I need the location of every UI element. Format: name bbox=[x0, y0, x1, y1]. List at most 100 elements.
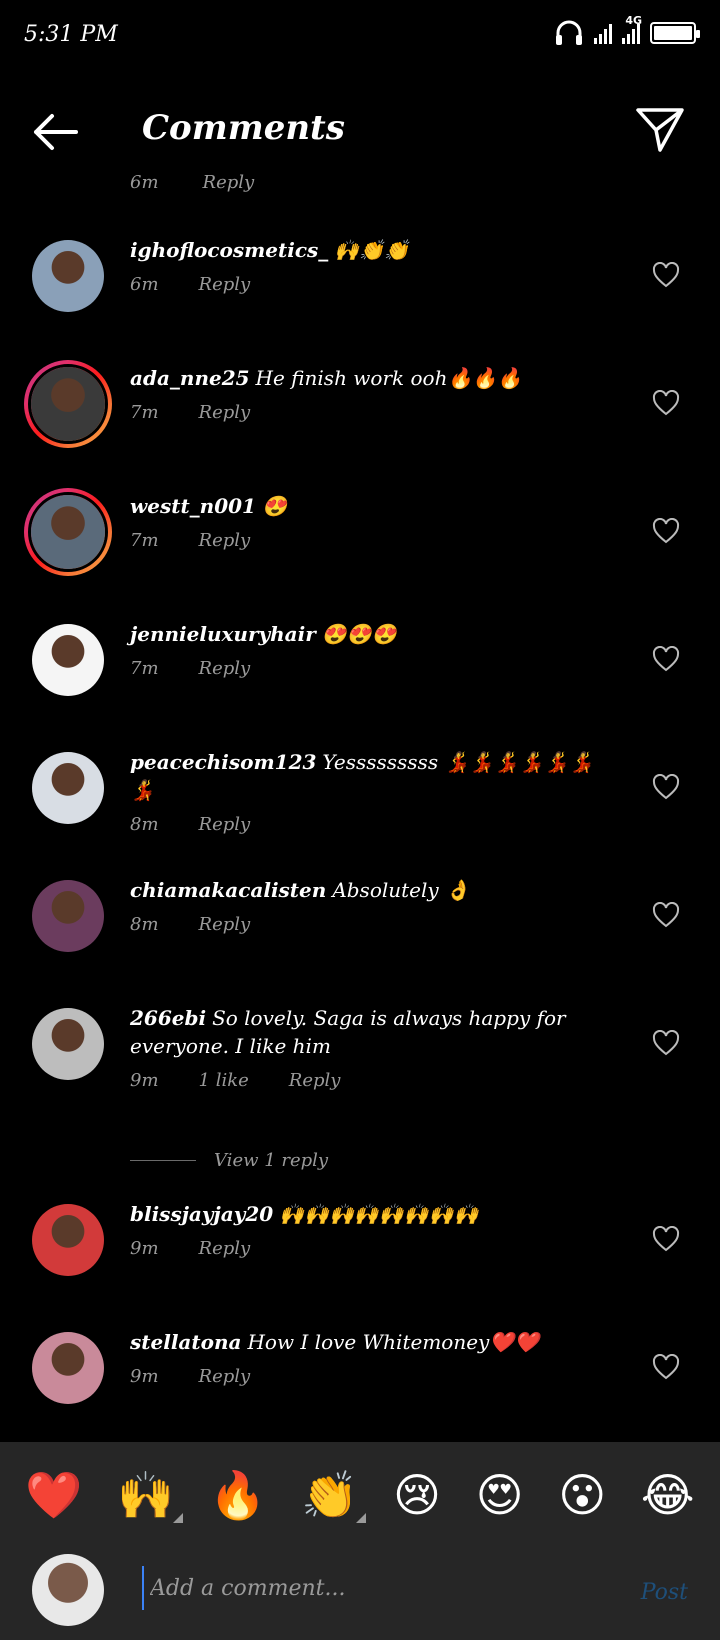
quick-emoji-button[interactable]: 👏 bbox=[301, 1467, 367, 1523]
quick-emoji-button[interactable]: ❤️ bbox=[25, 1468, 82, 1523]
status-bar: 5:31 PM 4G bbox=[0, 0, 720, 72]
comment-username[interactable]: chiamakacalisten bbox=[130, 878, 326, 902]
heart-icon[interactable] bbox=[652, 518, 680, 544]
comment-meta: 7m Reply bbox=[130, 530, 610, 551]
quick-emoji-button[interactable]: 🔥 bbox=[209, 1468, 266, 1523]
comment-username[interactable]: 266ebi bbox=[130, 1006, 206, 1030]
avatar[interactable] bbox=[32, 240, 104, 312]
comment-text: chiamakacalisten Absolutely 👌 bbox=[130, 876, 610, 904]
comment-body: ada_nne25 He finish work ooh🔥🔥🔥 7m Reply bbox=[130, 364, 610, 423]
comment-username[interactable]: westt_n001 bbox=[130, 494, 256, 518]
comment-text: stellatona How I love Whitemoney❤️❤️ bbox=[130, 1328, 610, 1356]
comment-time: 8m bbox=[130, 814, 159, 835]
quick-emoji-button[interactable]: 😮 bbox=[558, 1468, 606, 1522]
comment-message: 🙌🙌🙌🙌🙌🙌🙌🙌 bbox=[279, 1202, 479, 1226]
comment-username[interactable]: ighoflocosmetics_ bbox=[130, 238, 328, 262]
comment-username[interactable]: jennieluxuryhair bbox=[130, 622, 316, 646]
send-icon[interactable] bbox=[634, 104, 686, 156]
comment-message: 😍😍😍 bbox=[321, 622, 397, 646]
status-icons: 4G bbox=[554, 14, 700, 46]
heart-icon[interactable] bbox=[652, 774, 680, 800]
comment-username[interactable]: stellatona bbox=[130, 1330, 241, 1354]
comment-time: 9m bbox=[130, 1070, 159, 1091]
status-time: 5:31 PM bbox=[24, 22, 118, 47]
comment-body: chiamakacalisten Absolutely 👌 8m Reply bbox=[130, 876, 610, 935]
comment-text: westt_n001 😍 bbox=[130, 492, 610, 520]
quick-emoji-button[interactable]: 😢 bbox=[393, 1468, 441, 1522]
emoji-glyph: ❤️ bbox=[25, 1467, 83, 1522]
avatar[interactable] bbox=[32, 1008, 104, 1080]
comment-body: 266ebi So lovely. Saga is always happy fo… bbox=[130, 1004, 610, 1091]
heart-icon[interactable] bbox=[652, 1226, 680, 1252]
comment-text: blissjayjay20 🙌🙌🙌🙌🙌🙌🙌🙌 bbox=[130, 1200, 610, 1228]
reply-button[interactable]: Reply bbox=[199, 914, 251, 935]
reply-button[interactable]: Reply bbox=[199, 530, 251, 551]
comment-body: peacechisom123 Yesssssssss 💃💃💃💃💃💃💃 8m Reply bbox=[130, 748, 610, 835]
reply-button[interactable]: Reply bbox=[199, 658, 251, 679]
heart-icon[interactable] bbox=[652, 1030, 680, 1056]
quick-emoji-button[interactable]: 😂 bbox=[641, 1468, 695, 1522]
emoji-glyph: 😍 bbox=[475, 1468, 524, 1522]
comment-message: 😍 bbox=[261, 494, 287, 518]
back-arrow-icon[interactable] bbox=[28, 110, 84, 154]
avatar[interactable] bbox=[32, 880, 104, 952]
comment-message: How I love Whitemoney❤️❤️ bbox=[247, 1330, 540, 1354]
comment-body: ighoflocosmetics_ 🙌👏👏 6m Reply bbox=[130, 236, 610, 295]
comments-list[interactable]: 6m Reply ighoflocosmetics_ 🙌👏👏 6m Reply ada_n… bbox=[0, 172, 720, 1442]
heart-icon[interactable] bbox=[652, 646, 680, 672]
comment-username[interactable]: blissjayjay20 bbox=[130, 1202, 273, 1226]
quick-emoji-button[interactable]: 😍 bbox=[476, 1468, 524, 1522]
headphones-icon bbox=[556, 20, 582, 45]
comment-body: blissjayjay20 🙌🙌🙌🙌🙌🙌🙌🙌 9m Reply bbox=[130, 1200, 610, 1259]
comment-input[interactable] bbox=[142, 1566, 622, 1610]
avatar[interactable] bbox=[32, 1204, 104, 1276]
reply-button[interactable]: Reply bbox=[199, 274, 251, 295]
skin-tone-caret-icon bbox=[356, 1512, 367, 1523]
avatar[interactable] bbox=[24, 488, 112, 576]
comment-message: 🙌👏👏 bbox=[334, 238, 409, 262]
quick-emoji-button[interactable]: 🙌 bbox=[117, 1468, 183, 1523]
heart-icon[interactable] bbox=[652, 390, 680, 416]
emoji-glyph: 😂 bbox=[640, 1468, 695, 1522]
comment-meta: 9m Reply bbox=[130, 1366, 610, 1387]
heart-icon[interactable] bbox=[652, 262, 680, 288]
avatar[interactable] bbox=[32, 752, 104, 824]
comment-time: 7m bbox=[130, 658, 159, 679]
comment-message: Absolutely 👌 bbox=[332, 878, 470, 902]
reply-button[interactable]: Reply bbox=[199, 1366, 251, 1387]
avatar[interactable] bbox=[24, 360, 112, 448]
emoji-glyph: 👏 bbox=[301, 1467, 359, 1522]
comment-like-count[interactable]: 1 like bbox=[199, 1070, 249, 1091]
skin-tone-caret-icon bbox=[172, 1512, 183, 1523]
comment-time: 7m bbox=[130, 402, 159, 423]
view-replies-button[interactable]: View 1 reply bbox=[130, 1150, 328, 1171]
partial-comment-meta: 6m Reply bbox=[130, 172, 255, 193]
quick-emoji-bar: ❤️ 🙌 🔥 👏 😢 😍 😮 😂 bbox=[0, 1442, 720, 1548]
signal-icon bbox=[594, 22, 612, 44]
reply-button[interactable]: Reply bbox=[199, 402, 251, 423]
avatar[interactable] bbox=[32, 624, 104, 696]
emoji-glyph: 😮 bbox=[558, 1468, 607, 1522]
comment-username[interactable]: ada_nne25 bbox=[130, 366, 250, 390]
reply-button[interactable]: Reply bbox=[289, 1070, 341, 1091]
page-title: Comments bbox=[142, 108, 345, 148]
comment-text: ighoflocosmetics_ 🙌👏👏 bbox=[130, 236, 610, 264]
comment-meta: 9m 1 like Reply bbox=[130, 1070, 610, 1091]
comment-username[interactable]: peacechisom123 bbox=[130, 750, 316, 774]
comment-time: 8m bbox=[130, 914, 159, 935]
emoji-glyph: 😢 bbox=[393, 1468, 441, 1522]
comment-text: jennieluxuryhair 😍😍😍 bbox=[130, 620, 610, 648]
comment-meta: 8m Reply bbox=[130, 914, 610, 935]
avatar[interactable] bbox=[32, 1332, 104, 1404]
comment-composer: Post bbox=[0, 1548, 720, 1640]
header: Comments bbox=[0, 80, 720, 180]
heart-icon[interactable] bbox=[652, 1354, 680, 1380]
post-button[interactable]: Post bbox=[641, 1580, 688, 1605]
reply-button[interactable]: Reply bbox=[199, 1238, 251, 1259]
comment-time: 9m bbox=[130, 1366, 159, 1387]
current-user-avatar bbox=[32, 1554, 104, 1626]
reply-button[interactable]: Reply bbox=[199, 814, 251, 835]
heart-icon[interactable] bbox=[652, 902, 680, 928]
comment-time: 9m bbox=[130, 1238, 159, 1259]
emoji-glyph: 🔥 bbox=[209, 1467, 267, 1522]
